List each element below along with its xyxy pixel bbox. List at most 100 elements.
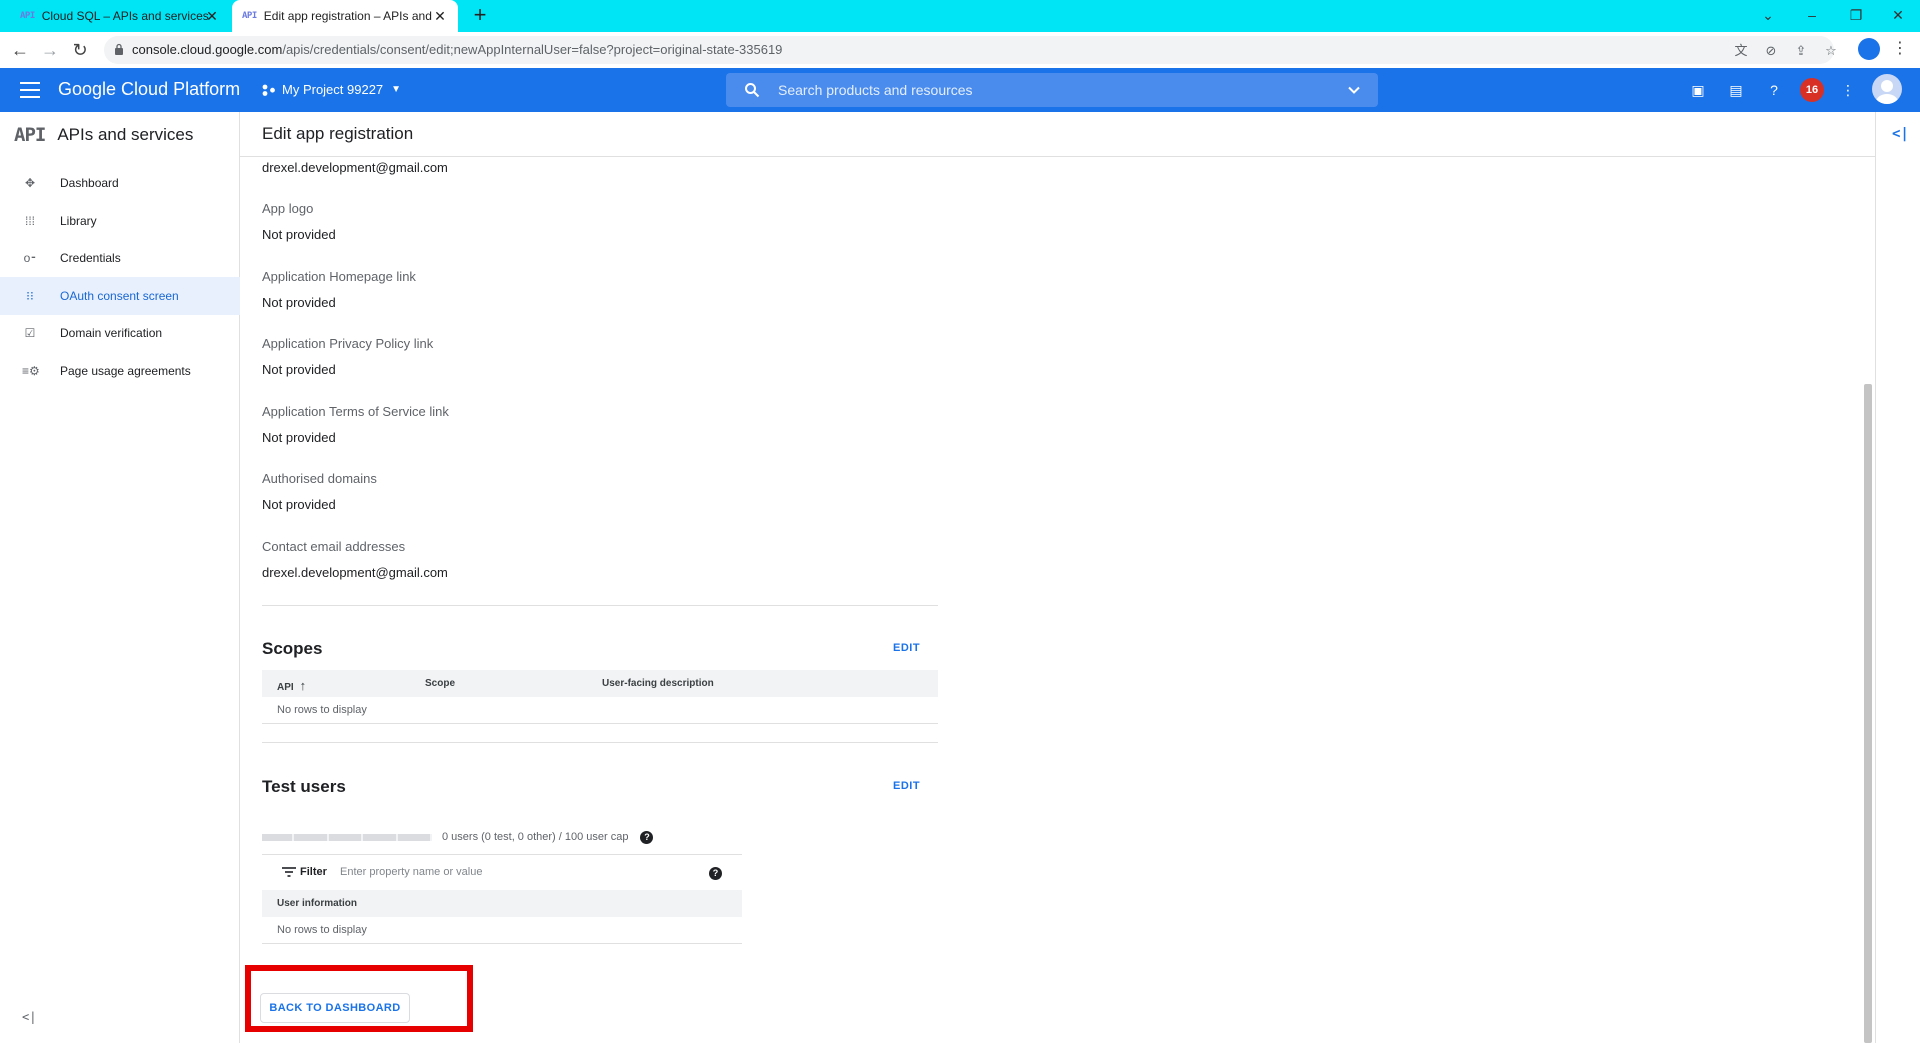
library-icon: ⁞⁞⁞ [24,214,35,228]
sidebar-item-credentials[interactable]: o⁃ Credentials [0,239,240,277]
scopes-title: Scopes [262,639,323,658]
back-to-dashboard-button[interactable]: BACK TO DASHBOARD [260,993,410,1023]
sort-arrow-up-icon[interactable]: ↑ [300,678,307,693]
authorised-domains-label: Authorised domains [262,471,377,486]
test-users-title: Test users [262,777,346,796]
sidebar-item-dashboard[interactable]: ✥ Dashboard [0,164,240,202]
project-name: My Project 99227 [282,82,384,97]
test-users-edit-button[interactable]: EDIT [893,780,920,792]
scope-column-header: Scope [425,678,456,689]
close-window-icon[interactable]: ✕ [1886,4,1910,26]
project-icon [262,84,275,96]
section-divider [262,742,938,743]
collapse-sidebar-icon[interactable]: <| [22,1010,36,1024]
chevron-down-icon[interactable] [1346,82,1362,98]
sidebar-item-label: Dashboard [60,176,119,190]
dashboard-icon: ✥ [24,176,36,190]
more-options-icon[interactable]: ⋮ [1838,80,1858,100]
key-icon: o⁃ [23,251,37,265]
search-icon [745,83,760,98]
hamburger-menu-icon[interactable] [20,82,40,98]
search-box[interactable]: Search products and resources [726,73,1378,107]
sidebar-title: APIs and services [57,124,194,144]
filter-bar[interactable]: Filter Enter property name or value ? [262,854,742,890]
notifications-badge[interactable]: 16 [1800,78,1824,102]
eye-off-icon[interactable]: ⊘ [1762,42,1780,60]
back-arrow-icon[interactable]: ← [8,38,32,62]
user-information-column-header: User information [277,898,358,909]
terms-of-service-value: Not provided [262,430,336,445]
page-scrollbar[interactable] [1864,384,1872,1043]
brand-title[interactable]: Google Cloud Platform [58,79,240,100]
close-tab-icon[interactable]: ✕ [204,8,220,24]
tab-title: Cloud SQL – APIs and services – [41,9,210,23]
right-panel-rail: <| [1875,112,1920,1043]
sidebar-item-library[interactable]: ⁞⁞⁞ Library [0,202,240,240]
homepage-link-label: Application Homepage link [262,269,416,284]
browser-tab-edit-app-registration[interactable]: API Edit app registration – APIs and s ✕ [232,0,458,32]
authorised-domains-value: Not provided [262,497,336,512]
developer-email-value: drexel.development@gmail.com [262,160,448,175]
tab-title: Edit app registration – APIs and s [263,9,432,23]
tab-search-icon[interactable]: ⌄ [1756,4,1780,26]
share-icon[interactable]: ⇪ [1792,42,1810,60]
restore-icon[interactable]: ❐ [1844,4,1868,26]
browser-tab-cloud-sql[interactable]: API Cloud SQL – APIs and services – ✕ [12,0,230,32]
main-content: Edit app registration drexel.development… [240,112,1875,1043]
user-cap-row: 0 users (0 test, 0 other) / 100 user cap… [262,828,654,846]
help-icon[interactable]: ? [640,830,654,844]
browser-toolbar: ← → ↻ console.cloud.google.com/apis/cred… [0,32,1920,68]
sidebar-item-label: Library [60,214,97,228]
translate-icon[interactable]: 文 [1732,42,1750,60]
sidebar-item-domain-verification[interactable]: ☑ Domain verification [0,314,240,352]
api-favicon-icon: API [242,11,257,21]
gcp-header: Google Cloud Platform My Project 99227 ▼… [0,68,1920,112]
close-tab-icon[interactable]: ✕ [432,8,448,24]
star-icon[interactable]: ☆ [1822,42,1840,60]
caret-down-icon: ▼ [391,84,402,95]
forward-arrow-icon[interactable]: → [38,38,62,62]
empty-state-text: No rows to display [277,924,367,936]
new-tab-icon[interactable]: + [468,4,492,28]
sidebar-header: API APIs and services [0,112,240,157]
help-icon[interactable]: ? [1764,80,1784,100]
test-users-table-header: User information [262,890,742,917]
user-avatar-icon [1876,80,1898,104]
minimize-icon[interactable]: – [1800,4,1824,26]
filter-input[interactable]: Enter property name or value [340,866,482,878]
api-column-header[interactable]: API ↑ [277,678,306,693]
homepage-link-value: Not provided [262,295,336,310]
browser-menu-icon[interactable]: ⋮ [1892,38,1908,60]
search-placeholder: Search products and resources [778,82,973,98]
browser-profile-icon[interactable] [1858,38,1880,60]
page-title: Edit app registration [262,124,414,143]
browser-tab-strip: API Cloud SQL – APIs and services – ✕ AP… [0,0,1920,32]
scopes-table-header: API ↑ Scope User-facing description [262,670,938,697]
sidebar-item-label: Domain verification [60,326,163,340]
avatar[interactable] [1872,74,1902,104]
settings-list-icon: ≡⚙ [22,364,40,378]
scopes-edit-button[interactable]: EDIT [893,642,920,654]
reload-icon[interactable]: ↻ [68,38,92,62]
terms-of-service-label: Application Terms of Service link [262,404,449,419]
url-text: console.cloud.google.com/apis/credential… [132,42,783,57]
api-favicon-icon: API [20,11,35,21]
app-logo-label: App logo [262,201,314,216]
sidebar: API APIs and services ✥ Dashboard ⁞⁞⁞ Li… [0,112,240,1043]
app-logo-value: Not provided [262,227,336,242]
help-icon[interactable]: ? [709,867,722,880]
sidebar-item-oauth-consent-screen[interactable]: ⁝⁝ OAuth consent screen [0,277,240,315]
gift-icon[interactable]: ▣ [1688,80,1708,100]
privacy-policy-label: Application Privacy Policy link [262,336,434,351]
filter-icon [282,867,296,877]
sidebar-item-label: Credentials [60,251,121,265]
sidebar-item-label: Page usage agreements [60,364,191,378]
consent-icon: ⁝⁝ [26,289,34,303]
project-selector[interactable]: My Project 99227 ▼ [262,82,401,97]
empty-state-text: No rows to display [277,704,367,716]
address-bar[interactable]: console.cloud.google.com/apis/credential… [104,36,1837,64]
sidebar-item-page-usage-agreements[interactable]: ≡⚙ Page usage agreements [0,352,240,390]
sidebar-item-label: OAuth consent screen [60,289,179,303]
expand-panel-icon[interactable]: <| [1892,126,1909,142]
cloud-shell-icon[interactable]: ▤ [1726,80,1746,100]
